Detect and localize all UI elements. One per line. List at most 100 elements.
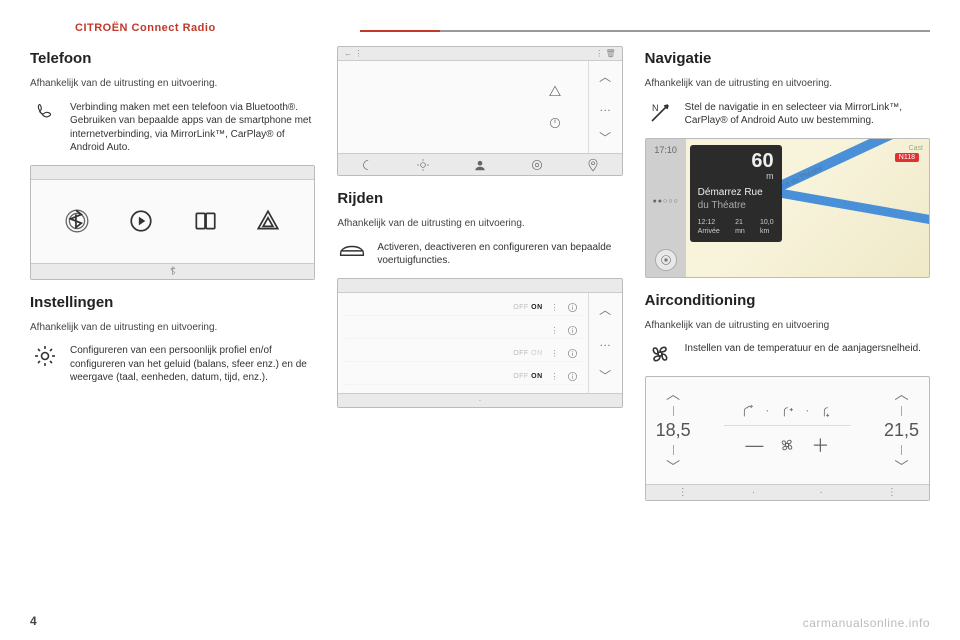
drive-toggle-row[interactable]: ⋮	[344, 323, 581, 339]
temp-left: 18,5	[656, 420, 691, 441]
info-icon[interactable]	[567, 302, 578, 313]
seat-feet-icon[interactable]	[819, 403, 835, 419]
column-1: Telefoon Afhankelijk van de uitrusting e…	[30, 46, 315, 501]
airco-heading: Airconditioning	[645, 292, 930, 309]
ac-footer-more[interactable]: ⋮	[887, 487, 897, 498]
seat-head-icon[interactable]	[739, 403, 755, 419]
phone-icon	[30, 101, 60, 125]
nav-instruction-card: 60 m Démarrez Ruedu Théatre 12:12Arrivée…	[690, 145, 782, 243]
settings-row-2[interactable]	[346, 116, 579, 130]
page-number: 4	[30, 614, 37, 628]
temp-right-down[interactable]: ﹀	[894, 457, 908, 477]
phone-screen	[30, 165, 315, 280]
location-icon[interactable]	[586, 158, 600, 172]
svg-text:N: N	[652, 103, 659, 113]
header-more-icon[interactable]: ⋮	[355, 49, 363, 58]
profile-icon[interactable]	[473, 158, 487, 172]
ac-footer-more[interactable]: ⋮	[678, 487, 688, 498]
instellingen-desc: Configureren van een persoonlijk profiel…	[70, 344, 315, 385]
nav-screen: 17:10 ●●○○○ N118 Rue du Théatre Cast 60 …	[645, 138, 930, 278]
nav-distance-unit: m	[698, 171, 774, 183]
drive-toggle-row[interactable]: OFF ON ⋮	[344, 346, 581, 362]
settings-screen: ← ⋮ ⋮ 🗑 ︿ … ﹀	[337, 46, 622, 176]
eta-km-label: km	[760, 227, 774, 236]
row-more-icon[interactable]: ⋮	[551, 372, 559, 381]
temp-left-up[interactable]: ︿	[666, 384, 680, 404]
airco-desc: Instellen van de temperatuur en de aanja…	[685, 342, 930, 356]
map-label: Cast	[909, 145, 923, 152]
brightness-icon[interactable]	[416, 158, 430, 172]
navigatie-heading: Navigatie	[645, 50, 930, 67]
back-icon[interactable]: ←	[344, 49, 352, 58]
night-mode-icon[interactable]	[360, 158, 374, 172]
rijden-heading: Rijden	[337, 190, 622, 207]
fan-minus[interactable]: —	[745, 435, 763, 456]
fan-icon	[645, 342, 675, 366]
telefoon-subtitle: Afhankelijk van de uitrusting en uitvoer…	[30, 77, 315, 91]
seat-body-icon[interactable]	[779, 403, 795, 419]
mirrorlink-icon[interactable]	[192, 208, 218, 234]
eta-min: 21	[735, 218, 745, 227]
row-more-icon[interactable]: ⋮	[551, 349, 559, 358]
header-more2-icon[interactable]: ⋮	[595, 49, 603, 58]
watermark: carmanualsonline.info	[803, 616, 930, 630]
eta-min-label: mn	[735, 227, 745, 236]
play-circle-icon[interactable]	[128, 208, 154, 234]
nav-stop-button[interactable]	[655, 249, 677, 271]
nav-distance: 60	[698, 151, 774, 171]
navigatie-subtitle: Afhankelijk van de uitrusting en uitvoer…	[645, 77, 930, 91]
air-distribution[interactable]: · ·	[739, 403, 835, 419]
nav-clock: 17:10	[654, 145, 677, 155]
eta-time: 12:12	[698, 218, 720, 227]
list-ellipsis: …	[599, 100, 611, 114]
header-rule	[360, 30, 930, 32]
telefoon-heading: Telefoon	[30, 50, 315, 67]
nav-page-dots: ●●○○○	[653, 198, 679, 205]
trash-icon[interactable]: 🗑	[606, 49, 616, 58]
fan-small-icon	[777, 435, 797, 455]
navigatie-desc: Stel de navigatie in en selecteer via Mi…	[685, 101, 930, 128]
chevron-up-icon[interactable]: ︿	[599, 301, 611, 318]
site-title: CITROËN Connect Radio	[75, 22, 216, 34]
drive-toggle-row[interactable]: OFF ON ⋮	[344, 369, 581, 385]
chevron-down-icon[interactable]: ﹀	[599, 367, 611, 384]
rijden-desc: Activeren, deactiveren en configureren v…	[377, 241, 622, 268]
settings-row-1[interactable]	[346, 84, 579, 98]
info-icon[interactable]	[567, 348, 578, 359]
driving-screen-footer: ·	[338, 393, 621, 407]
bluetooth-icon[interactable]	[64, 208, 90, 234]
info-icon[interactable]	[567, 325, 578, 336]
chevron-up-icon[interactable]: ︿	[599, 68, 611, 85]
fan-plus[interactable]: ＋	[811, 432, 829, 458]
telefoon-desc: Verbinding maken met een telefoon via Bl…	[70, 101, 315, 155]
temp-right-up[interactable]: ︿	[894, 384, 908, 404]
chevron-down-icon[interactable]: ﹀	[599, 129, 611, 146]
gear-icon	[30, 344, 60, 368]
android-auto-icon[interactable]	[255, 208, 281, 234]
temp-left-down[interactable]: ﹀	[666, 457, 680, 477]
settings-screen-header: ← ⋮ ⋮ 🗑	[338, 47, 621, 61]
compass-icon: N	[645, 101, 675, 125]
airco-subtitle: Afhankelijk van de uitrusting en uitvoer…	[645, 319, 930, 333]
driving-screen-header	[338, 279, 621, 293]
column-2: ← ⋮ ⋮ 🗑 ︿ … ﹀	[337, 46, 622, 501]
drive-toggle-row[interactable]: OFF ON ⋮	[344, 300, 581, 316]
settings-screen-footer	[338, 153, 621, 175]
car-icon	[337, 241, 367, 259]
road-badge: N118	[895, 153, 919, 162]
column-3: Navigatie Afhankelijk van de uitrusting …	[645, 46, 930, 501]
instellingen-heading: Instellingen	[30, 294, 315, 311]
phone-screen-header	[31, 166, 314, 180]
eta-km: 10,0	[760, 218, 774, 227]
list-ellipsis: …	[599, 335, 611, 349]
gear-small-icon[interactable]	[530, 158, 544, 172]
nav-dest-2: du Théatre	[698, 200, 746, 211]
row-more-icon[interactable]: ⋮	[551, 326, 559, 335]
driving-screen: OFF ON ⋮ ⋮ OFF ON ⋮	[337, 278, 622, 408]
row-more-icon[interactable]: ⋮	[551, 303, 559, 312]
temp-right: 21,5	[884, 420, 919, 441]
info-icon[interactable]	[567, 371, 578, 382]
instellingen-subtitle: Afhankelijk van de uitrusting en uitvoer…	[30, 321, 315, 335]
ac-screen-footer: ⋮ · · ⋮	[646, 484, 929, 500]
ac-screen: ︿ 18,5 ﹀ · ·	[645, 376, 930, 501]
